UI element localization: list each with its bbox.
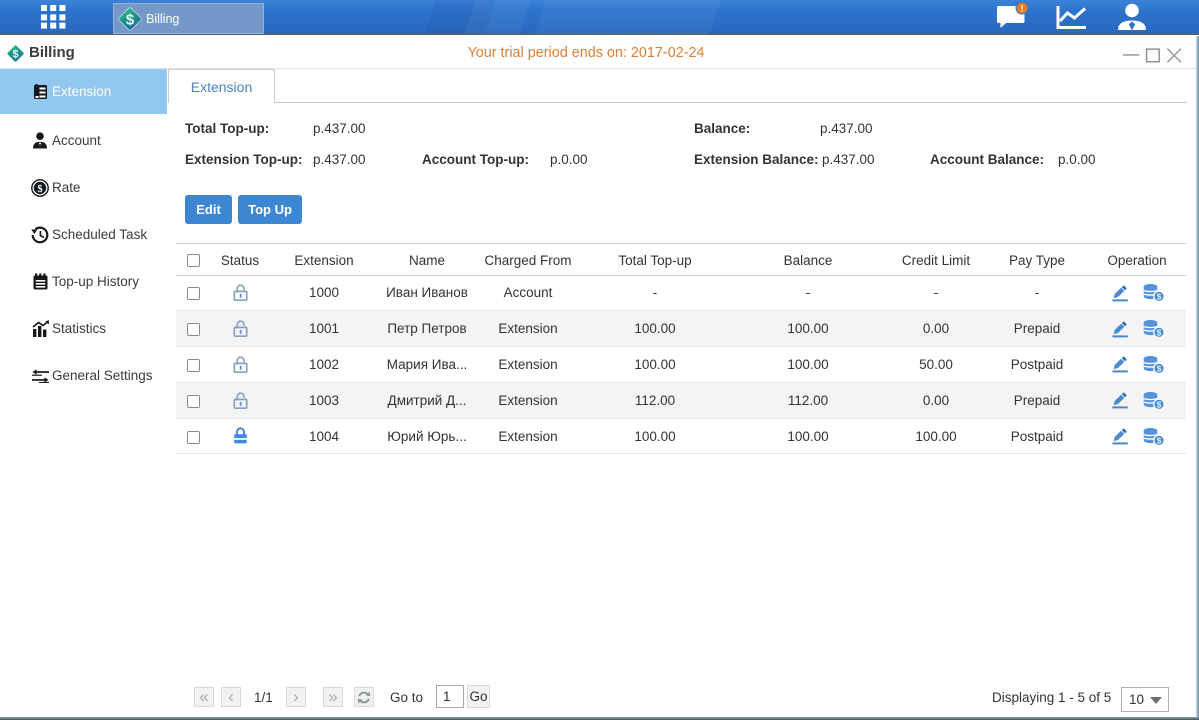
svg-text:$: $: [1157, 364, 1162, 374]
svg-text:$: $: [1157, 435, 1162, 445]
svg-text:!: !: [1021, 4, 1024, 14]
svg-text:$: $: [126, 11, 135, 28]
svg-text:$: $: [37, 184, 42, 195]
svg-text:$: $: [1157, 292, 1162, 302]
svg-text:$: $: [1157, 328, 1162, 338]
svg-text:$: $: [1157, 399, 1162, 409]
